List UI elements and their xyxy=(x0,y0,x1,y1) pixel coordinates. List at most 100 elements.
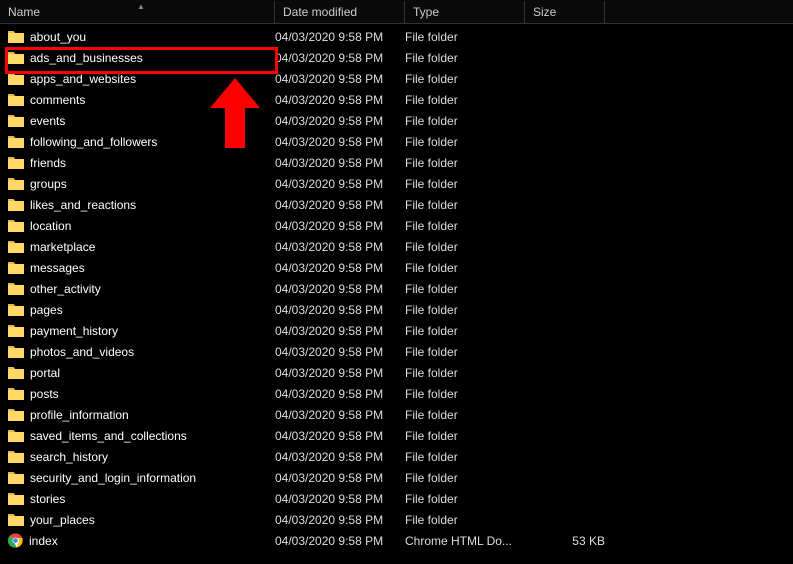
file-name-label: marketplace xyxy=(30,240,95,254)
column-header-size[interactable]: Size xyxy=(525,1,605,23)
folder-icon xyxy=(8,93,24,106)
folder-icon xyxy=(8,198,24,211)
file-date-cell: 04/03/2020 9:58 PM xyxy=(275,72,405,86)
file-name-cell: comments xyxy=(8,93,275,107)
list-item[interactable]: profile_information04/03/2020 9:58 PMFil… xyxy=(0,404,793,425)
list-item[interactable]: marketplace04/03/2020 9:58 PMFile folder xyxy=(0,236,793,257)
file-type-cell: File folder xyxy=(405,261,525,275)
file-name-cell: index xyxy=(8,533,275,548)
file-name-cell: events xyxy=(8,114,275,128)
file-date-cell: 04/03/2020 9:58 PM xyxy=(275,177,405,191)
file-type-cell: File folder xyxy=(405,51,525,65)
list-item[interactable]: groups04/03/2020 9:58 PMFile folder xyxy=(0,173,793,194)
file-type-cell: File folder xyxy=(405,450,525,464)
file-list: about_you04/03/2020 9:58 PMFile folderad… xyxy=(0,24,793,551)
file-type-cell: File folder xyxy=(405,240,525,254)
file-type-cell: File folder xyxy=(405,408,525,422)
file-name-cell: saved_items_and_collections xyxy=(8,429,275,443)
file-type-cell: File folder xyxy=(405,93,525,107)
file-name-label: location xyxy=(30,219,71,233)
list-item[interactable]: other_activity04/03/2020 9:58 PMFile fol… xyxy=(0,278,793,299)
file-type-cell: File folder xyxy=(405,513,525,527)
file-name-cell: marketplace xyxy=(8,240,275,254)
list-item[interactable]: comments04/03/2020 9:58 PMFile folder xyxy=(0,89,793,110)
list-item[interactable]: photos_and_videos04/03/2020 9:58 PMFile … xyxy=(0,341,793,362)
file-name-label: friends xyxy=(30,156,66,170)
list-item[interactable]: security_and_login_information04/03/2020… xyxy=(0,467,793,488)
file-type-cell: File folder xyxy=(405,492,525,506)
folder-icon xyxy=(8,513,24,526)
file-name-cell: other_activity xyxy=(8,282,275,296)
list-item[interactable]: search_history 04/03/2020 9:58 PMFile fol… xyxy=(0,446,793,467)
file-type-cell: File folder xyxy=(405,345,525,359)
list-item[interactable]: saved_items_and_collections04/03/2020 9:… xyxy=(0,425,793,446)
list-item[interactable]: likes_and_reactions04/03/2020 9:58 PMFil… xyxy=(0,194,793,215)
list-item[interactable]: following_and_followers04/03/2020 9:58 P… xyxy=(0,131,793,152)
file-date-cell: 04/03/2020 9:58 PM xyxy=(275,429,405,443)
file-date-cell: 04/03/2020 9:58 PM xyxy=(275,450,405,464)
file-date-cell: 04/03/2020 9:58 PM xyxy=(275,303,405,317)
file-date-cell: 04/03/2020 9:58 PM xyxy=(275,135,405,149)
file-date-cell: 04/03/2020 9:58 PM xyxy=(275,51,405,65)
file-name-label: about_you xyxy=(30,30,86,44)
file-date-cell: 04/03/2020 9:58 PM xyxy=(275,471,405,485)
file-type-cell: File folder xyxy=(405,72,525,86)
file-name-label: events xyxy=(30,114,65,128)
file-date-cell: 04/03/2020 9:58 PM xyxy=(275,366,405,380)
file-name-cell: profile_information xyxy=(8,408,275,422)
list-item[interactable]: payment_history04/03/2020 9:58 PMFile fo… xyxy=(0,320,793,341)
file-date-cell: 04/03/2020 9:58 PM xyxy=(275,534,405,548)
file-date-cell: 04/03/2020 9:58 PM xyxy=(275,324,405,338)
file-name-cell: friends xyxy=(8,156,275,170)
file-name-label: search_history xyxy=(30,450,108,464)
list-item[interactable]: location04/03/2020 9:58 PMFile folder xyxy=(0,215,793,236)
file-date-cell: 04/03/2020 9:58 PM xyxy=(275,513,405,527)
list-item[interactable]: friends04/03/2020 9:58 PMFile folder xyxy=(0,152,793,173)
file-name-label: your_places xyxy=(30,513,95,527)
list-item[interactable]: about_you04/03/2020 9:58 PMFile folder xyxy=(0,26,793,47)
folder-icon xyxy=(8,240,24,253)
file-name-cell: about_you xyxy=(8,30,275,44)
file-name-cell: messages xyxy=(8,261,275,275)
file-name-cell: payment_history xyxy=(8,324,275,338)
folder-icon xyxy=(8,51,24,64)
folder-icon xyxy=(8,30,24,43)
column-header-type[interactable]: Type xyxy=(405,1,525,23)
folder-icon xyxy=(8,345,24,358)
file-date-cell: 04/03/2020 9:58 PM xyxy=(275,114,405,128)
file-type-cell: File folder xyxy=(405,114,525,128)
file-name-label: posts xyxy=(30,387,59,401)
file-date-cell: 04/03/2020 9:58 PM xyxy=(275,408,405,422)
column-header-date[interactable]: Date modified xyxy=(275,1,405,23)
list-item[interactable]: posts04/03/2020 9:58 PMFile folder xyxy=(0,383,793,404)
file-name-cell: location xyxy=(8,219,275,233)
file-date-cell: 04/03/2020 9:58 PM xyxy=(275,93,405,107)
column-header-name[interactable]: Name ▲ xyxy=(0,1,275,23)
list-item[interactable]: your_places 04/03/2020 9:58 PMFile folder xyxy=(0,509,793,530)
list-item[interactable]: index04/03/2020 9:58 PMChrome HTML Do...… xyxy=(0,530,793,551)
file-name-label: portal xyxy=(30,366,60,380)
file-type-cell: File folder xyxy=(405,219,525,233)
list-item[interactable]: pages04/03/2020 9:58 PMFile folder xyxy=(0,299,793,320)
folder-icon xyxy=(8,324,24,337)
file-name-label: groups xyxy=(30,177,67,191)
file-name-cell: following_and_followers xyxy=(8,135,275,149)
file-date-cell: 04/03/2020 9:58 PM xyxy=(275,156,405,170)
file-date-cell: 04/03/2020 9:58 PM xyxy=(275,282,405,296)
folder-icon xyxy=(8,471,24,484)
list-item[interactable]: stories04/03/2020 9:58 PMFile folder xyxy=(0,488,793,509)
folder-icon xyxy=(8,114,24,127)
list-item[interactable]: messages04/03/2020 9:58 PMFile folder xyxy=(0,257,793,278)
list-item[interactable]: ads_and_businesses04/03/2020 9:58 PMFile… xyxy=(0,47,793,68)
folder-icon xyxy=(8,450,24,463)
file-name-cell: security_and_login_information xyxy=(8,471,275,485)
list-item[interactable]: apps_and_websites04/03/2020 9:58 PMFile … xyxy=(0,68,793,89)
file-date-cell: 04/03/2020 9:58 PM xyxy=(275,387,405,401)
file-name-cell: groups xyxy=(8,177,275,191)
file-name-label: likes_and_reactions xyxy=(30,198,136,212)
chrome-html-icon xyxy=(8,533,23,548)
list-item[interactable]: portal04/03/2020 9:58 PMFile folder xyxy=(0,362,793,383)
file-type-cell: Chrome HTML Do... xyxy=(405,534,525,548)
list-item[interactable]: events 04/03/2020 9:58 PMFile folder xyxy=(0,110,793,131)
file-name-cell: portal xyxy=(8,366,275,380)
